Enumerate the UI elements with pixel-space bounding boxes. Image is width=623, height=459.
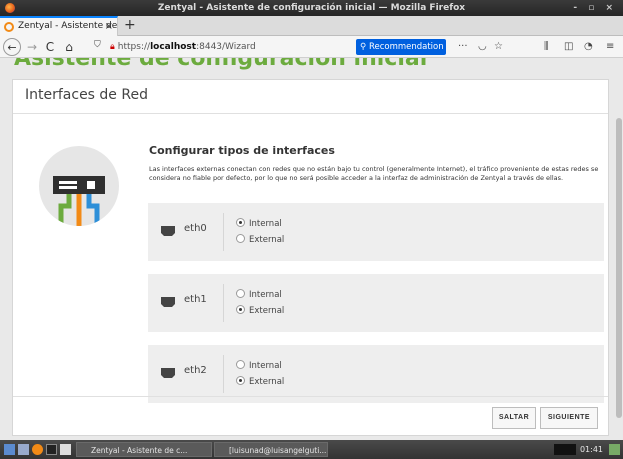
divider (223, 355, 224, 393)
window-controls[interactable]: - ▫ × (573, 0, 617, 16)
pocket-icon[interactable]: ◡ (478, 39, 487, 55)
divider (223, 213, 224, 251)
section-title: Configurar tipos de interfaces (149, 144, 335, 157)
network-switch-icon (39, 146, 119, 226)
interface-name: eth2 (184, 365, 207, 376)
show-desktop-icon[interactable] (4, 444, 15, 455)
option-label: Internal (249, 219, 282, 229)
interface-name: eth0 (184, 223, 207, 234)
tab-close-icon[interactable]: × (105, 18, 113, 35)
screen: Zentyal - Asistente de configuración ini… (0, 0, 623, 459)
radio-external-eth0[interactable]: External (236, 234, 284, 246)
option-label: External (249, 377, 285, 387)
radio-external-eth2[interactable]: External (236, 376, 284, 388)
terminal-launcher-icon[interactable] (46, 444, 57, 455)
radio-button-checked[interactable] (236, 376, 245, 385)
page-scrollbar[interactable] (616, 118, 622, 418)
panel-header: Interfaces de Red (13, 80, 608, 114)
url-prefix: https:// (117, 42, 151, 52)
window-title: Zentyal - Asistente de configuración ini… (157, 3, 466, 13)
radio-button-checked[interactable] (236, 218, 245, 227)
taskbar-task-terminal[interactable]: [luisunad@luisangelguti... (214, 442, 328, 457)
radio-internal-eth2[interactable]: Internal (236, 360, 282, 372)
cpu-monitor-icon (554, 444, 576, 455)
radio-button[interactable] (236, 360, 245, 369)
bookmark-star-icon[interactable]: ☆ (494, 39, 503, 55)
radio-button-checked[interactable] (236, 305, 245, 314)
new-tab-button[interactable]: + (124, 16, 136, 35)
forward-button[interactable]: → (25, 38, 39, 56)
firefox-icon (5, 3, 15, 13)
wizard-panel: Interfaces de Red Configurar tipos de in… (12, 79, 609, 436)
shield-icon[interactable]: ⛉ (94, 40, 101, 50)
file-manager-icon[interactable] (18, 444, 29, 455)
task-label: Zentyal - Asistente de c... (91, 446, 188, 455)
lock-icon[interactable]: 🔒︎ (110, 42, 115, 52)
radio-button[interactable] (236, 289, 245, 298)
recommendation-label: Recommendation (368, 42, 444, 52)
tab-title: Zentyal - Asistente de c (18, 21, 118, 31)
url-bar[interactable]: 🔒︎ https://localhost:8443/Wizard (110, 39, 350, 55)
ethernet-port-icon (161, 368, 175, 378)
taskbar-task-zentyal[interactable]: Zentyal - Asistente de c... (76, 442, 212, 457)
nav-bar: ← → C ⌂ ⛉ 🔒︎ https://localhost:8443/Wizar… (0, 36, 623, 58)
option-label: Internal (249, 361, 282, 371)
page-actions-button[interactable]: ··· (458, 39, 468, 55)
menu-icon[interactable]: ≡ (606, 39, 614, 55)
firefox-launcher-icon[interactable] (32, 444, 43, 455)
sidebar-icon[interactable]: ◫ (564, 39, 573, 55)
next-button[interactable]: SIGUIENTE (540, 407, 598, 429)
tray-icon[interactable] (609, 444, 620, 455)
page-content: Asistente de configuración inicial Inter… (0, 58, 623, 440)
tab-zentyal[interactable]: Zentyal - Asistente de c × (0, 16, 118, 36)
tab-strip: Zentyal - Asistente de c × + (0, 16, 623, 36)
task-label: [luisunad@luisangelguti... (229, 446, 327, 455)
library-icon[interactable]: ⫼ (544, 39, 549, 55)
radio-internal-eth1[interactable]: Internal (236, 289, 282, 301)
url-rest: :8443/Wizard (196, 42, 256, 52)
home-button[interactable]: ⌂ (62, 38, 76, 56)
skip-button[interactable]: SALTAR (492, 407, 536, 429)
page-heading: Asistente de configuración inicial (14, 58, 428, 71)
zentyal-favicon-icon (4, 22, 14, 32)
interface-row-eth2: eth2 Internal External (148, 345, 604, 403)
divider (223, 284, 224, 322)
radio-button[interactable] (236, 234, 245, 243)
clock[interactable]: 01:41 (580, 440, 603, 459)
panel-title: Interfaces de Red (25, 87, 148, 103)
extension-icon[interactable]: ◔ (584, 39, 593, 55)
interface-name: eth1 (184, 294, 207, 305)
interface-row-eth1: eth1 Internal External (148, 274, 604, 332)
reload-button[interactable]: C (43, 38, 57, 56)
option-label: Internal (249, 290, 282, 300)
option-label: External (249, 235, 285, 245)
option-label: External (249, 306, 285, 316)
window-titlebar: Zentyal - Asistente de configuración ini… (0, 0, 623, 16)
radio-external-eth1[interactable]: External (236, 305, 284, 317)
recommendation-button[interactable]: ⚲ Recommendation (356, 39, 446, 55)
ethernet-port-icon (161, 297, 175, 307)
radio-internal-eth0[interactable]: Internal (236, 218, 282, 230)
url-host: localhost (150, 42, 197, 52)
footer-divider (13, 396, 608, 397)
back-button[interactable]: ← (3, 38, 21, 56)
interface-row-eth0: eth0 Internal External (148, 203, 604, 261)
taskbar: Zentyal - Asistente de c... [luisunad@lu… (0, 440, 623, 459)
section-description: Las interfaces externas conectan con red… (149, 165, 599, 182)
recommendation-icon: ⚲ (360, 42, 367, 52)
ethernet-port-icon (161, 226, 175, 236)
app-launcher-icon[interactable] (60, 444, 71, 455)
